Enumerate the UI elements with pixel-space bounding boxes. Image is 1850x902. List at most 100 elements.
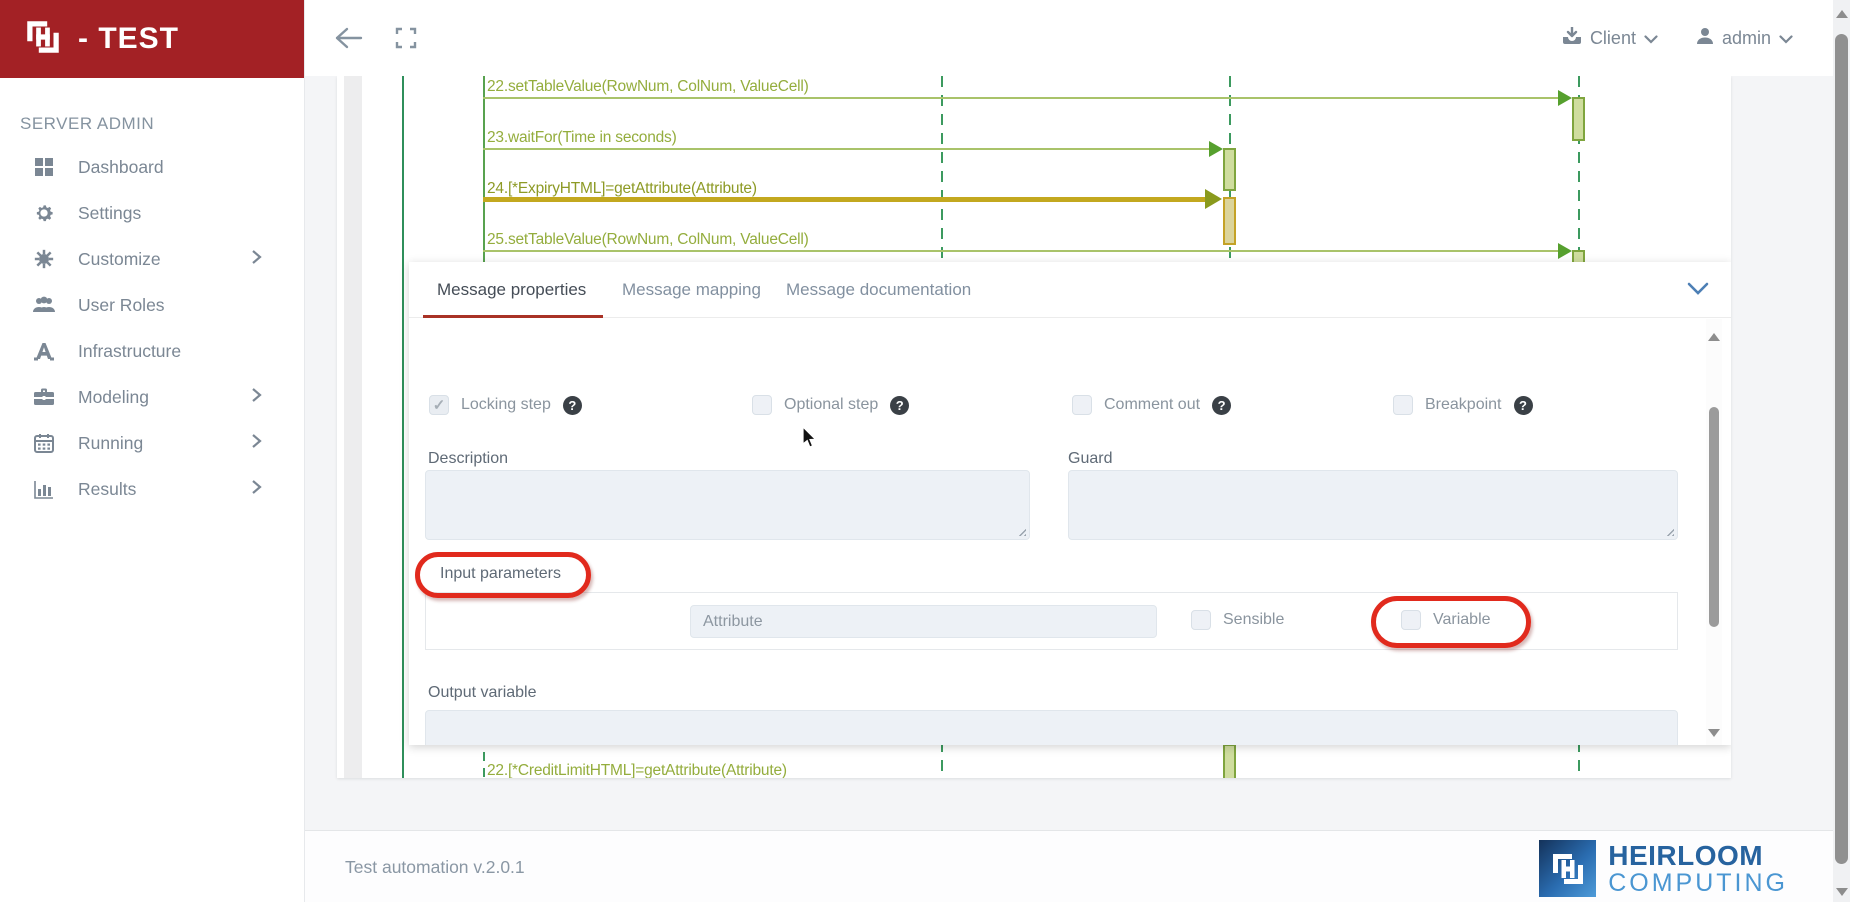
- description-label: Description: [428, 450, 509, 467]
- variable-group: Variable: [1401, 610, 1491, 630]
- sidebar: - TEST SERVER ADMIN Dashboard Settings C…: [0, 0, 305, 902]
- calendar-icon: [32, 431, 56, 455]
- sidebar-item-label: Customize: [78, 248, 161, 269]
- diagram-message-label[interactable]: 22.setTableValue(RowNum, ColNum, ValueCe…: [487, 78, 809, 96]
- chevron-right-icon: [251, 433, 262, 454]
- sidebar-item-label: Settings: [78, 202, 142, 223]
- locking-step-checkbox[interactable]: ✓: [429, 395, 449, 415]
- sidebar-section-label: SERVER ADMIN: [20, 114, 155, 133]
- topbar: Client admin: [305, 0, 1833, 76]
- back-arrow-icon[interactable]: [333, 26, 363, 50]
- bar-chart-icon: [32, 477, 56, 501]
- dashboard-icon: [32, 155, 56, 179]
- brand-header: - TEST: [0, 0, 304, 78]
- sensible-group: Sensible: [1191, 610, 1284, 630]
- sequence-diagram-card: 22.setTableValue(RowNum, ColNum, ValueCe…: [337, 76, 1731, 778]
- sidebar-item-running[interactable]: Running: [0, 420, 304, 466]
- check-icon: ✓: [432, 397, 446, 414]
- client-menu[interactable]: Client: [1562, 25, 1658, 50]
- briefcase-icon: [32, 385, 56, 409]
- scroll-down-icon[interactable]: [1835, 888, 1848, 896]
- diagram-message-label[interactable]: 25.setTableValue(RowNum, ColNum, ValueCe…: [487, 231, 809, 249]
- gear-icon: [32, 201, 56, 225]
- description-textarea[interactable]: [425, 470, 1030, 540]
- logo-word-heirloom: HEIRLOOM: [1608, 839, 1764, 871]
- chevron-down-icon: [1644, 28, 1658, 49]
- locking-step-group: ✓ Locking step ?: [429, 395, 582, 415]
- panel-scrollbar-thumb[interactable]: [1709, 407, 1719, 627]
- message-arrowhead-icon: [1558, 243, 1572, 259]
- sidebar-item-user-roles[interactable]: User Roles: [0, 282, 304, 328]
- attribute-input[interactable]: [690, 605, 1157, 638]
- sidebar-item-label: Infrastructure: [78, 340, 182, 361]
- client-label: Client: [1589, 27, 1636, 48]
- output-variable-input[interactable]: [425, 710, 1678, 745]
- diagram-message-label-selected[interactable]: 24.[*ExpiryHTML]=getAttribute(Attribute): [487, 180, 757, 198]
- chevron-right-icon: [251, 249, 262, 270]
- breakpoint-label: Breakpoint: [1425, 396, 1502, 413]
- sidebar-item-dashboard[interactable]: Dashboard: [0, 144, 304, 190]
- diagram-message-line-selected[interactable]: [483, 197, 1210, 202]
- chevron-down-icon: [1779, 28, 1793, 49]
- sidebar-nav: Dashboard Settings Customize User Roles …: [0, 144, 304, 512]
- heirloom-computing-logo: HEIRLOOM COMPUTING: [1539, 840, 1788, 897]
- help-icon[interactable]: ?: [562, 395, 582, 415]
- page-scrollbar[interactable]: [1833, 0, 1850, 902]
- help-icon[interactable]: ?: [1513, 395, 1533, 415]
- diagram-message-label[interactable]: 23.waitFor(Time in seconds): [487, 129, 677, 147]
- users-icon: [32, 293, 56, 317]
- tab-message-properties[interactable]: Message properties: [437, 280, 586, 300]
- logo-word-computing: COMPUTING: [1608, 869, 1788, 898]
- sidebar-item-label: User Roles: [78, 294, 165, 315]
- variable-label: Variable: [1433, 611, 1491, 628]
- fullscreen-icon[interactable]: [395, 27, 417, 49]
- input-parameters-label: Input parameters: [440, 565, 561, 582]
- breakpoint-checkbox[interactable]: [1393, 395, 1413, 415]
- optional-step-label: Optional step: [784, 396, 879, 413]
- diagram-message-line[interactable]: [483, 97, 1559, 99]
- diagram-left-gutter: [344, 76, 362, 778]
- scroll-up-icon[interactable]: [1835, 10, 1848, 18]
- page-scrollbar-thumb[interactable]: [1835, 34, 1848, 864]
- message-properties-panel: Message properties Message mapping Messa…: [409, 262, 1731, 745]
- optional-step-group: Optional step ?: [752, 395, 910, 415]
- tab-message-mapping[interactable]: Message mapping: [622, 280, 761, 300]
- scroll-up-icon[interactable]: [1708, 333, 1720, 341]
- sensible-checkbox[interactable]: [1191, 610, 1211, 630]
- diagram-message-line[interactable]: [483, 148, 1210, 150]
- help-icon[interactable]: ?: [890, 395, 910, 415]
- footer: Test automation v.2.0.1 HEIRLOOM COMPUTI…: [305, 830, 1833, 902]
- help-icon[interactable]: ?: [1212, 395, 1232, 415]
- sidebar-item-customize[interactable]: Customize: [0, 236, 304, 282]
- mouse-cursor: [802, 426, 817, 448]
- comment-out-checkbox[interactable]: [1072, 395, 1092, 415]
- message-arrowhead-icon: [1205, 189, 1222, 209]
- sidebar-item-label: Results: [78, 478, 137, 499]
- user-menu[interactable]: admin: [1696, 27, 1793, 50]
- brand-title: - TEST: [78, 22, 179, 55]
- sidebar-item-settings[interactable]: Settings: [0, 190, 304, 236]
- optional-step-checkbox[interactable]: [752, 395, 772, 415]
- chevron-right-icon: [251, 479, 262, 500]
- locking-step-label: Locking step: [461, 396, 551, 413]
- resize-grip-icon[interactable]: [1664, 526, 1674, 536]
- collapse-panel-chevron-icon[interactable]: [1687, 282, 1709, 301]
- scroll-down-icon[interactable]: [1708, 729, 1720, 737]
- user-label: admin: [1721, 27, 1771, 48]
- diagram-message-line[interactable]: [483, 250, 1559, 252]
- guard-textarea[interactable]: [1068, 470, 1678, 540]
- tab-message-documentation[interactable]: Message documentation: [786, 280, 971, 300]
- sidebar-item-modeling[interactable]: Modeling: [0, 374, 304, 420]
- cog-icon: [32, 247, 56, 271]
- client-icon: [1562, 25, 1582, 50]
- sidebar-item-results[interactable]: Results: [0, 466, 304, 512]
- resize-grip-icon[interactable]: [1016, 526, 1026, 536]
- sidebar-item-infrastructure[interactable]: Infrastructure: [0, 328, 304, 374]
- input-parameters-box: Sensible Variable: [425, 592, 1678, 650]
- diagram-message-label-clipped[interactable]: 22.[*CreditLimitHTML]=getAttribute(Attri…: [487, 762, 787, 778]
- message-arrowhead-icon: [1558, 90, 1572, 106]
- guard-label: Guard: [1068, 450, 1113, 467]
- panel-scrollbar[interactable]: [1706, 319, 1722, 745]
- variable-checkbox[interactable]: [1401, 610, 1421, 630]
- lifeline-origin: [483, 76, 485, 262]
